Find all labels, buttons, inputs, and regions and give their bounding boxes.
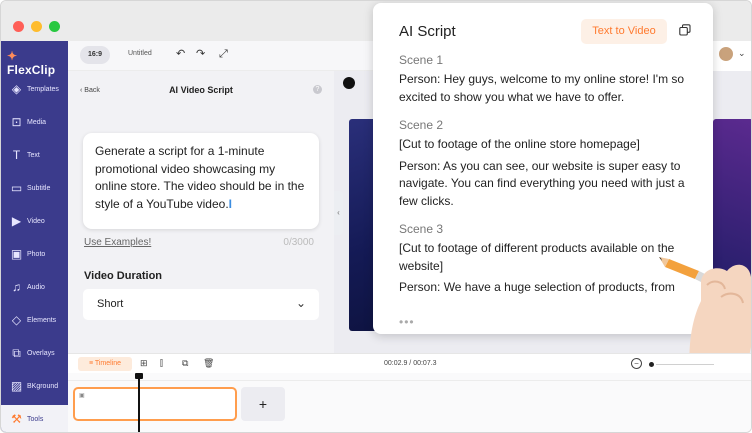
video-icon: ▶ xyxy=(11,214,22,228)
audio-icon: ♫ xyxy=(12,280,21,294)
sidebar: ✦ FlexClip ◈ Templates ⊡ Media T Text ▭ … xyxy=(1,41,68,432)
scene-block: Scene 1 Person: Hey guys, welcome to my … xyxy=(399,53,699,106)
maximize-window-button[interactable] xyxy=(49,21,60,32)
delete-icon[interactable]: 🗑 xyxy=(203,358,214,369)
sidebar-item-label: Tools xyxy=(27,416,44,423)
subtitle-icon: ▭ xyxy=(10,181,23,195)
timeline-ruler xyxy=(68,373,751,381)
panel-title: AI Video Script xyxy=(169,85,233,95)
split-icon[interactable]: ⫿ xyxy=(160,358,163,369)
scene-block: Scene 2 [Cut to footage of the online st… xyxy=(399,118,699,210)
undo-icon[interactable]: ↶ xyxy=(176,48,185,60)
layers-icon: ◈ xyxy=(11,82,22,96)
timeline-track: ▣ + xyxy=(68,373,751,432)
sidebar-item-video[interactable]: ▶ Video xyxy=(1,207,68,237)
zoom-out-icon[interactable]: − xyxy=(631,358,642,369)
sidebar-item-label: Subtitle xyxy=(27,185,51,192)
sidebar-item-media[interactable]: ⊡ Media xyxy=(1,108,68,138)
ai-video-script-panel: ‹ Back AI Video Script ? Generate a scri… xyxy=(68,71,334,353)
scene-line: Person: As you can see, our website is s… xyxy=(399,158,685,208)
prompt-textarea[interactable]: Generate a script for a 1-minute promoti… xyxy=(83,133,319,229)
ai-script-title: AI Script xyxy=(399,23,456,40)
sidebar-item-label: Media xyxy=(27,119,47,126)
timecode: 00:02.9 / 00:07.3 xyxy=(384,360,437,367)
duration-value: Short xyxy=(97,298,124,310)
help-icon[interactable]: ? xyxy=(313,85,322,94)
chevron-down-icon[interactable]: ⌄ xyxy=(738,48,746,59)
background-icon: ▨ xyxy=(10,379,23,393)
sidebar-item-label: Text xyxy=(27,152,40,159)
sidebar-item-label: BKground xyxy=(27,383,59,390)
text-to-video-button[interactable]: Text to Video xyxy=(581,19,667,44)
duplicate-icon[interactable]: ⧉ xyxy=(182,358,188,369)
playhead[interactable] xyxy=(138,375,140,432)
scene-line: [Cut to footage of the online store home… xyxy=(399,137,640,151)
overlays-icon: ⧉ xyxy=(12,346,21,360)
timeline-clip[interactable]: ▣ xyxy=(73,387,237,421)
sidebar-item-elements[interactable]: ◇ Elements xyxy=(1,306,68,336)
scene-heading: Scene 2 xyxy=(399,118,444,132)
elements-icon: ◇ xyxy=(11,313,22,327)
sidebar-item-audio[interactable]: ♫ Audio xyxy=(1,273,68,303)
clip-icon: ▣ xyxy=(79,393,85,399)
typing-indicator: ••• xyxy=(399,315,415,329)
top-toolbar: 16:9 Untitled ↶ ↷ ⤢ xyxy=(68,41,378,71)
sidebar-item-photo[interactable]: ▣ Photo xyxy=(1,240,68,270)
fullscreen-icon[interactable]: ⤢ xyxy=(219,48,228,60)
prompt-text: Generate a script for a 1-minute promoti… xyxy=(95,144,305,211)
sidebar-item-label: Photo xyxy=(27,251,46,258)
sidebar-item-tools[interactable]: ⚒ Tools xyxy=(1,405,68,432)
aspect-ratio-button[interactable]: 16:9 xyxy=(80,46,110,64)
scene-heading: Scene 1 xyxy=(399,53,444,67)
tools-icon: ⚒ xyxy=(11,412,22,426)
timeline-icon: ≡ xyxy=(88,360,94,367)
add-clip-button[interactable]: + xyxy=(241,387,285,421)
photo-icon: ▣ xyxy=(10,247,23,261)
sidebar-item-subtitle[interactable]: ▭ Subtitle xyxy=(1,174,68,204)
sidebar-item-label: Audio xyxy=(27,284,45,291)
char-count: 0/3000 xyxy=(283,237,314,248)
sidebar-item-label: Overlays xyxy=(27,350,55,357)
app-window: ✦ FlexClip ◈ Templates ⊡ Media T Text ▭ … xyxy=(0,0,752,433)
sidebar-item-label: Video xyxy=(27,218,45,225)
sidebar-item-templates[interactable]: ◈ Templates xyxy=(1,75,68,105)
chevron-down-icon: ⌄ xyxy=(295,296,306,310)
close-window-button[interactable] xyxy=(13,21,24,32)
avatar[interactable] xyxy=(717,45,735,63)
duration-label: Video Duration xyxy=(84,270,163,282)
text-cursor: I xyxy=(228,196,232,211)
sidebar-item-background[interactable]: ▨ BKground xyxy=(1,372,68,402)
app-logo: ✦ FlexClip xyxy=(7,49,56,77)
collapse-panel-button[interactable]: ‹ xyxy=(334,191,343,235)
record-indicator xyxy=(343,77,355,89)
sidebar-item-label: Elements xyxy=(27,317,57,324)
duration-select[interactable]: Short ⌄ xyxy=(83,289,319,320)
add-scene-icon[interactable]: ⊞ xyxy=(140,358,148,369)
sidebar-item-text[interactable]: T Text xyxy=(1,141,68,171)
timeline-toolbar: ≡ Timeline ⊞ ⫿ ⧉ 🗑 00:02.9 / 00:07.3 − xyxy=(68,353,751,373)
project-name[interactable]: Untitled xyxy=(128,50,152,57)
copy-icon[interactable] xyxy=(679,24,691,36)
timeline-label: Timeline xyxy=(94,360,122,367)
media-icon: ⊡ xyxy=(11,115,22,129)
scene-heading: Scene 3 xyxy=(399,222,444,236)
use-examples-link[interactable]: Use Examples! xyxy=(84,237,151,248)
redo-icon[interactable]: ↷ xyxy=(196,48,205,60)
minimize-window-button[interactable] xyxy=(31,21,42,32)
sidebar-item-label: Templates xyxy=(27,86,59,93)
timeline-toggle[interactable]: ≡ Timeline xyxy=(78,357,132,371)
zoom-slider-track[interactable] xyxy=(656,364,714,365)
zoom-slider-handle[interactable] xyxy=(649,362,654,367)
sidebar-item-overlays[interactable]: ⧉ Overlays xyxy=(1,339,68,369)
text-icon: T xyxy=(12,148,21,162)
scene-line: Person: Hey guys, welcome to my online s… xyxy=(399,72,685,104)
